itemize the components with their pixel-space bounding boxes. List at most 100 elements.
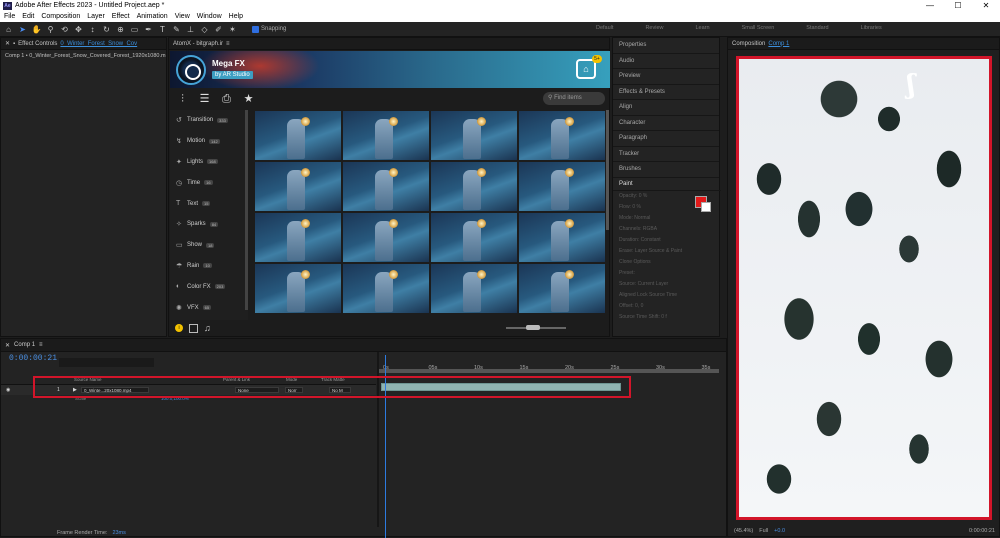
- workspace-learn[interactable]: Learn: [695, 25, 709, 31]
- workspace-default[interactable]: Default: [596, 25, 613, 31]
- category-item[interactable]: ✦ Lights 168: [170, 152, 248, 173]
- import-file-icon[interactable]: ⎙: [220, 93, 233, 106]
- menu-edit[interactable]: Edit: [22, 13, 34, 20]
- snapping-checkbox[interactable]: [252, 25, 259, 33]
- category-item[interactable]: ↯ Motion 142: [170, 131, 248, 152]
- panel-item[interactable]: Properties: [613, 38, 719, 54]
- panel-item[interactable]: Effects & Presets: [613, 85, 719, 100]
- workspace-review[interactable]: Review: [645, 25, 663, 31]
- panel-menu-icon[interactable]: ≡: [226, 41, 230, 47]
- preset-thumbnail[interactable]: [343, 111, 429, 160]
- workspace-libraries[interactable]: Libraries: [861, 25, 882, 31]
- preset-thumbnail[interactable]: [431, 264, 517, 313]
- grid-scrollbar[interactable]: [606, 110, 609, 230]
- rectangle-tool-icon[interactable]: ▭: [129, 24, 140, 35]
- lock-icon[interactable]: ▪: [13, 41, 15, 47]
- timeline-tab[interactable]: Comp 1: [14, 342, 35, 348]
- preset-thumbnail[interactable]: [255, 213, 341, 262]
- selection-tool-icon[interactable]: ➤: [17, 24, 28, 35]
- preset-thumbnail[interactable]: [255, 111, 341, 160]
- panel-item[interactable]: Audio: [613, 54, 719, 69]
- eraser-tool-icon[interactable]: ◇: [199, 24, 210, 35]
- find-items-search[interactable]: ⚲ Find items: [543, 92, 605, 105]
- info-icon[interactable]: i: [175, 324, 183, 332]
- sliders-icon[interactable]: ⫶: [176, 93, 189, 106]
- preset-thumbnail[interactable]: [519, 162, 605, 211]
- preset-thumbnail[interactable]: [255, 162, 341, 211]
- panel-close-icon[interactable]: ✕: [5, 40, 10, 47]
- menu-animation[interactable]: Animation: [137, 13, 168, 20]
- category-item[interactable]: ◐ Color FX 203: [170, 276, 248, 297]
- menu-effect[interactable]: Effect: [112, 13, 130, 20]
- roto-brush-icon[interactable]: ✐: [213, 24, 224, 35]
- maximize-button[interactable]: ☐: [944, 0, 972, 11]
- preset-thumbnail[interactable]: [519, 213, 605, 262]
- category-item[interactable]: T Text 15: [170, 193, 248, 214]
- panel-item[interactable]: Align: [613, 100, 719, 116]
- composition-viewer[interactable]: ʃ: [736, 56, 992, 520]
- timeline-search-input[interactable]: [59, 358, 154, 367]
- preset-thumbnail[interactable]: [255, 264, 341, 313]
- effect-controls-tab[interactable]: Effect Controls: [18, 41, 57, 47]
- music-icon[interactable]: ♫: [204, 323, 211, 333]
- menu-composition[interactable]: Composition: [41, 13, 80, 20]
- favorites-star-icon[interactable]: ★: [242, 93, 255, 106]
- workspace-standard[interactable]: Standard: [806, 25, 828, 31]
- paint-header[interactable]: Paint: [613, 178, 721, 191]
- composition-tab[interactable]: Composition: [732, 41, 765, 47]
- viewer-timecode[interactable]: 0:00:00:21: [969, 528, 995, 534]
- clone-stamp-icon[interactable]: ⊥: [185, 24, 196, 35]
- resolution-dropdown[interactable]: Full: [759, 528, 768, 534]
- panel-item[interactable]: Brushes: [613, 162, 719, 178]
- atomx-tab[interactable]: AtomX - bitgraph.ir: [173, 41, 223, 47]
- panel-menu-icon[interactable]: ≡: [39, 342, 43, 348]
- panel-item[interactable]: Preview: [613, 69, 719, 85]
- hand-tool-icon[interactable]: ✋: [31, 24, 42, 35]
- brush-tool-icon[interactable]: ✎: [171, 24, 182, 35]
- composition-link[interactable]: Comp 1: [768, 41, 789, 47]
- preset-thumbnail[interactable]: [343, 213, 429, 262]
- zoom-tool-icon[interactable]: ⚲: [45, 24, 56, 35]
- panel-item[interactable]: Character: [613, 116, 719, 131]
- current-time-display[interactable]: 0:00:00:21: [9, 354, 57, 363]
- minimize-button[interactable]: —: [916, 0, 944, 11]
- category-item[interactable]: ☂ Rain 10: [170, 256, 248, 277]
- menu-help[interactable]: Help: [229, 13, 243, 20]
- preset-thumbnail[interactable]: [431, 111, 517, 160]
- pan-camera-icon[interactable]: ✥: [73, 24, 84, 35]
- category-item[interactable]: ◷ Time 16: [170, 172, 248, 193]
- preset-thumbnail[interactable]: [343, 162, 429, 211]
- type-tool-icon[interactable]: T: [157, 24, 168, 35]
- preset-thumbnail[interactable]: [431, 213, 517, 262]
- panel-item[interactable]: Paragraph: [613, 131, 719, 147]
- close-button[interactable]: ✕: [972, 0, 1000, 11]
- category-item[interactable]: ▭ Show 18: [170, 235, 248, 256]
- panel-close-icon[interactable]: ✕: [5, 342, 10, 349]
- puppet-tool-icon[interactable]: ✶: [227, 24, 238, 35]
- menu-window[interactable]: Window: [197, 13, 222, 20]
- category-scrollbar[interactable]: [245, 110, 248, 310]
- pen-tool-icon[interactable]: ✒: [143, 24, 154, 35]
- work-area-bar[interactable]: [379, 369, 719, 373]
- background-color-swatch[interactable]: [701, 202, 711, 212]
- preset-thumbnail[interactable]: [343, 264, 429, 313]
- menu-view[interactable]: View: [175, 13, 190, 20]
- dolly-camera-icon[interactable]: ↕: [87, 24, 98, 35]
- home-icon[interactable]: ⌂: [3, 24, 14, 35]
- pan-behind-icon[interactable]: ⊕: [115, 24, 126, 35]
- panel-item[interactable]: Tracker: [613, 147, 719, 162]
- exposure-value[interactable]: +0.0: [774, 528, 785, 534]
- category-item[interactable]: ✺ VFX 65: [170, 297, 248, 318]
- preview-icon[interactable]: [189, 323, 198, 333]
- thumbnail-size-slider[interactable]: [506, 325, 566, 330]
- list-view-icon[interactable]: ☰: [198, 93, 211, 106]
- workspace-small-screen[interactable]: Small Screen: [742, 25, 775, 31]
- preset-thumbnail[interactable]: [431, 162, 517, 211]
- effect-controls-layer-link[interactable]: 0_Winter_Forest_Snow_Cov: [60, 41, 137, 47]
- menu-file[interactable]: File: [4, 13, 15, 20]
- preset-thumbnail[interactable]: [519, 111, 605, 160]
- magnification-dropdown[interactable]: (45.4%): [734, 528, 753, 534]
- category-item[interactable]: ✧ Sparks 84: [170, 214, 248, 235]
- category-item[interactable]: ↺ Transition 333: [170, 110, 248, 131]
- preset-thumbnail[interactable]: [519, 264, 605, 313]
